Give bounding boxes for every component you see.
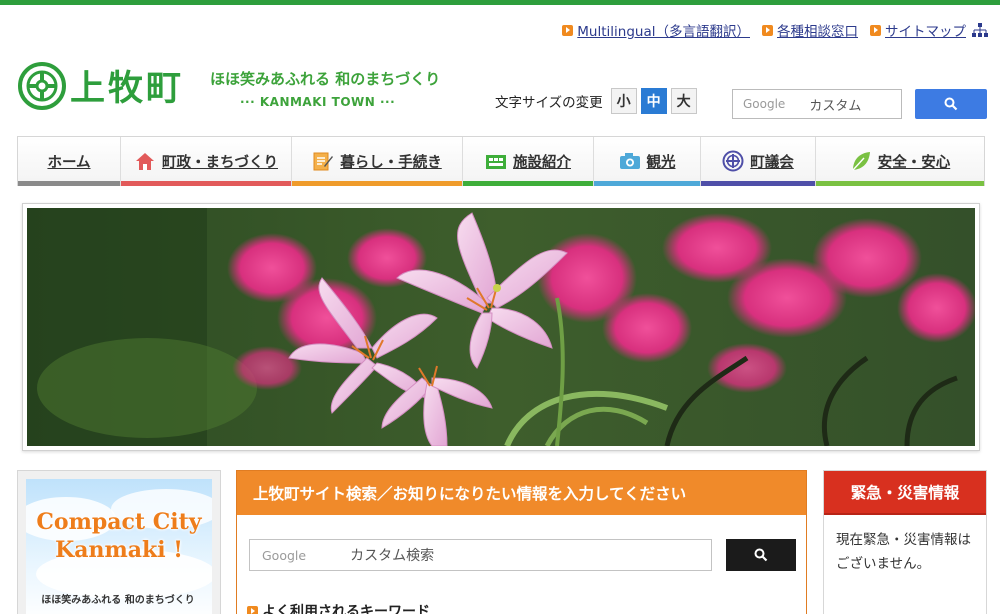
nav-item-label: 暮らし・手続き: [340, 154, 442, 171]
nav-item-safety[interactable]: 安全・安心: [816, 137, 984, 186]
hero-lily-photo: [27, 208, 975, 446]
nav-color-bar: [121, 181, 291, 186]
house-icon: [136, 153, 154, 170]
nav-item-label: 施設紹介: [513, 154, 571, 171]
emergency-info-box: 緊急・災害情報 現在緊急・災害情報はございません。: [823, 470, 987, 614]
nav-item-label: 安全・安心: [877, 154, 951, 171]
site-search-placeholder: カスタム検索: [350, 548, 435, 564]
font-size-control: 文字サイズの変更 小 中 大: [495, 88, 697, 114]
arrow-bullet-icon: [762, 24, 773, 36]
banner-title-line1: Compact City: [36, 509, 202, 535]
leaf-icon: [852, 152, 870, 171]
camera-icon: [619, 153, 640, 169]
banner-catchphrase: ほほ笑みあふれる 和のまちづくり: [41, 595, 195, 606]
site-logo[interactable]: 上牧町 ほほ笑みあふれる 和のまちづくり ··· KANMAKI TOWN ··…: [18, 60, 440, 111]
header-search-button[interactable]: [915, 89, 987, 119]
nav-item-town-planning[interactable]: 町政・まちづくり: [121, 137, 292, 186]
search-icon: [754, 548, 768, 562]
nav-item-council[interactable]: 町議会: [701, 137, 816, 186]
arrow-bullet-icon: [870, 24, 881, 36]
font-size-label: 文字サイズの変更: [495, 95, 603, 111]
nav-item-tourism[interactable]: 観光: [594, 137, 701, 186]
keywords-section-title: よく利用されるキーワード: [247, 601, 430, 614]
consultation-link[interactable]: 各種相談窓口: [762, 20, 858, 40]
nav-item-facilities[interactable]: 施設紹介: [463, 137, 594, 186]
nav-color-bar: [594, 181, 700, 186]
global-nav: ホーム 町政・まちづくり 暮らし・手続き 施設紹介 観光 町議会 安全・安心: [17, 136, 985, 186]
nav-color-bar: [463, 181, 593, 186]
nav-item-label: ホーム: [47, 154, 91, 171]
font-size-large-button[interactable]: 大: [670, 88, 697, 114]
font-size-small-button[interactable]: 小: [610, 88, 637, 114]
site-search-heading: 上牧町サイト検索／お知りになりたい情報を入力してください: [237, 471, 806, 515]
multilingual-link[interactable]: Multilingual（多言語翻訳）: [562, 20, 750, 40]
document-pen-icon: [313, 152, 334, 171]
arrow-bullet-icon: [562, 24, 574, 36]
utility-links: Multilingual（多言語翻訳） 各種相談窓口 サイトマップ: [562, 20, 988, 40]
arrow-bullet-icon: [247, 605, 258, 614]
emergency-heading[interactable]: 緊急・災害情報: [824, 471, 986, 515]
font-size-medium-button[interactable]: 中: [640, 88, 667, 114]
sitemap-link[interactable]: サイトマップ: [870, 20, 988, 40]
nav-color-bar: [816, 181, 984, 186]
nav-color-bar: [18, 181, 120, 186]
nav-item-label: 町政・まちづくり: [162, 154, 278, 171]
nav-color-bar: [292, 181, 462, 186]
compact-city-banner[interactable]: Compact City Kanmaki ! ほほ笑みあふれる 和のまちづくり: [17, 470, 221, 614]
nav-item-label: 観光: [646, 154, 676, 171]
top-rule: [0, 0, 1000, 5]
hero-image-frame: [22, 203, 980, 451]
google-brand: Google: [743, 97, 786, 111]
emblem-icon: [722, 150, 744, 172]
building-icon: [486, 155, 506, 169]
keywords-label: よく利用されるキーワード: [262, 604, 430, 614]
sitemap-link-label: サイトマップ: [885, 24, 966, 40]
town-name: 上牧町: [70, 69, 185, 109]
nav-item-label: 町議会: [750, 154, 794, 171]
logo-english: ··· KANMAKI TOWN ···: [240, 95, 396, 109]
nav-item-home[interactable]: ホーム: [18, 137, 121, 186]
multilingual-link-label: Multilingual（多言語翻訳）: [577, 24, 750, 40]
sitemap-icon: [972, 23, 988, 37]
site-search-panel: 上牧町サイト検索／お知りになりたい情報を入力してください Google カスタム…: [236, 470, 807, 614]
emergency-message: 現在緊急・災害情報はございません。: [836, 532, 971, 572]
google-brand: Google: [262, 547, 307, 563]
site-search-input[interactable]: Google カスタム検索: [249, 539, 712, 571]
nav-color-bar: [701, 181, 815, 186]
header-search-placeholder: カスタム: [809, 98, 862, 114]
town-emblem-icon: [18, 61, 66, 110]
logo-catchphrase: ほほ笑みあふれる 和のまちづくり: [210, 70, 441, 88]
nav-item-living-procedures[interactable]: 暮らし・手続き: [292, 137, 463, 186]
header-search-input[interactable]: Google カスタム: [732, 89, 902, 119]
search-icon: [944, 97, 958, 111]
site-search-button[interactable]: [726, 539, 796, 571]
banner-title-line2: Kanmaki !: [55, 536, 183, 563]
consultation-link-label: 各種相談窓口: [777, 24, 858, 40]
